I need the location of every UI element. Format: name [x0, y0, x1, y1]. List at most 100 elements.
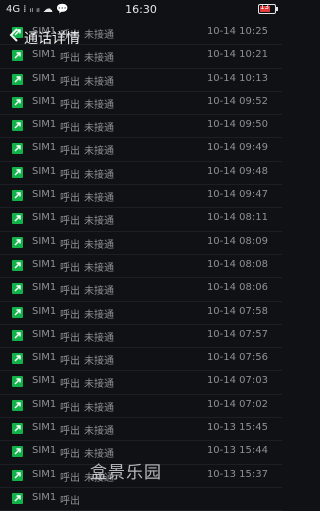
call-time: 10-14 09:48 — [206, 165, 268, 177]
outgoing-call-icon — [12, 236, 23, 248]
call-log-row[interactable]: SIM1 呼出 未接通 10-14 07:58 — [0, 302, 282, 325]
call-log-row[interactable]: SIM1 呼出 未接通 10-14 07:57 — [0, 325, 282, 349]
call-status: 未接通 — [84, 239, 114, 251]
outgoing-call-icon — [12, 166, 23, 178]
call-time: 10-14 07:03 — [206, 375, 268, 387]
call-type: 呼出 — [60, 495, 80, 507]
call-status: 未接通 — [84, 402, 114, 414]
call-type: 呼出 — [60, 169, 80, 181]
call-time: 10-14 07:02 — [206, 398, 268, 410]
outgoing-call-icon — [12, 469, 23, 481]
sim-label: SIM1 — [32, 258, 57, 270]
call-log-row[interactable]: SIM1 呼出 未接通 10-14 10:13 — [0, 69, 282, 92]
outgoing-call-icon — [12, 376, 23, 388]
call-time: 10-14 07:56 — [206, 352, 268, 364]
call-log-row[interactable]: SIM1 呼出 未接通 10-14 09:47 — [0, 185, 282, 209]
sim-label: SIM1 — [32, 49, 57, 61]
sim-label: SIM1 — [32, 398, 57, 410]
call-time: 10-14 07:58 — [206, 305, 268, 317]
call-status: 未接通 — [84, 262, 114, 274]
header: 通话详情 — [0, 22, 282, 50]
call-type: 呼出 — [60, 262, 80, 274]
call-status: 未接通 — [84, 169, 114, 181]
call-time: 10-14 08:11 — [206, 212, 268, 224]
sim-label: SIM1 — [32, 468, 57, 480]
call-type: 呼出 — [60, 332, 80, 344]
sim-label: SIM1 — [32, 352, 57, 364]
clock: 16:30 — [125, 3, 157, 16]
page-title: 通话详情 — [24, 31, 80, 47]
call-log-row[interactable]: SIM1 呼出 未接通 10-14 07:56 — [0, 348, 282, 372]
call-type: 呼出 — [60, 146, 80, 158]
call-type: 呼出 — [60, 426, 80, 438]
call-type: 呼出 — [60, 123, 80, 135]
call-type: 呼出 — [60, 216, 80, 228]
sim-label: SIM1 — [32, 305, 57, 317]
outgoing-call-icon — [12, 120, 23, 132]
sim-label: SIM1 — [32, 375, 57, 387]
call-log-row[interactable]: SIM1 呼出 未接通 10-14 08:09 — [0, 232, 282, 255]
call-log-row[interactable]: SIM1 呼出 未接通 10-14 08:08 — [0, 255, 282, 279]
call-status: 未接通 — [84, 356, 114, 368]
outgoing-call-icon — [12, 96, 23, 108]
call-status: 未接通 — [84, 76, 114, 88]
battery-level: 13 — [260, 3, 269, 11]
outgoing-call-icon — [12, 329, 23, 341]
sim-label: SIM1 — [32, 212, 57, 224]
call-time: 10-14 08:09 — [206, 235, 268, 247]
call-status: 未接通 — [84, 193, 114, 205]
sim-label: SIM1 — [32, 445, 57, 457]
battery-icon: 13 — [258, 3, 278, 14]
call-status: 未接通 — [84, 332, 114, 344]
call-log-row[interactable]: SIM1 呼出 未接通 10-14 09:50 — [0, 115, 282, 139]
outgoing-call-icon — [12, 423, 23, 435]
call-status: 未接通 — [84, 123, 114, 135]
call-log-row[interactable]: SIM1 呼出 未接通 10-14 09:49 — [0, 138, 282, 162]
call-status: 未接通 — [84, 53, 114, 65]
back-icon[interactable] — [8, 26, 20, 44]
call-log-row[interactable]: SIM1 呼出 — [0, 488, 282, 511]
call-type: 呼出 — [60, 53, 80, 65]
call-log-row[interactable]: SIM1 呼出 未接通 10-14 09:48 — [0, 162, 282, 186]
call-time: 10-14 08:06 — [206, 282, 268, 294]
status-bar: 4G ⁞ ᵢₗ ᵢₗ ☁ 💬 16:30 13 — [0, 0, 282, 20]
call-time: 10-13 15:45 — [206, 422, 268, 434]
call-status: 未接通 — [84, 309, 114, 321]
call-time: 10-14 08:08 — [206, 258, 268, 270]
call-status: 未接通 — [84, 146, 114, 158]
outgoing-call-icon — [12, 50, 23, 62]
outgoing-call-icon — [12, 446, 23, 458]
call-time: 10-14 10:21 — [206, 49, 268, 61]
outgoing-call-icon — [12, 492, 23, 504]
sim-label: SIM1 — [32, 72, 57, 84]
outgoing-call-icon — [12, 353, 23, 365]
call-log-row[interactable]: SIM1 呼出 未接通 10-14 08:06 — [0, 278, 282, 302]
call-time: 10-14 09:50 — [206, 119, 268, 131]
call-log-row[interactable]: SIM1 呼出 未接通 10-14 07:02 — [0, 395, 282, 419]
call-status: 未接通 — [84, 99, 114, 111]
call-type: 呼出 — [60, 356, 80, 368]
watermark: 盒景乐园 — [90, 463, 162, 483]
call-log-row[interactable]: SIM1 呼出 未接通 10-14 08:11 — [0, 208, 282, 232]
call-type: 呼出 — [60, 402, 80, 414]
sim-label: SIM1 — [32, 119, 57, 131]
outgoing-call-icon — [12, 190, 23, 202]
call-time: 10-14 10:13 — [206, 72, 268, 84]
call-type: 呼出 — [60, 193, 80, 205]
outgoing-call-icon — [12, 143, 23, 155]
call-type: 呼出 — [60, 449, 80, 461]
sim-label: SIM1 — [32, 491, 57, 503]
sim-label: SIM1 — [32, 165, 57, 177]
call-time: 10-14 07:57 — [206, 328, 268, 340]
call-time: 10-13 15:37 — [206, 468, 268, 480]
call-time: 10-14 09:47 — [206, 189, 268, 201]
sim-label: SIM1 — [32, 328, 57, 340]
call-log-row[interactable]: SIM1 呼出 未接通 10-14 07:03 — [0, 371, 282, 395]
sim-label: SIM1 — [32, 189, 57, 201]
outgoing-call-icon — [12, 73, 23, 85]
call-log-row[interactable]: SIM1 呼出 未接通 10-13 15:45 — [0, 418, 282, 442]
outgoing-call-icon — [12, 399, 23, 411]
call-log-row[interactable]: SIM1 呼出 未接通 10-14 09:52 — [0, 92, 282, 116]
call-type: 呼出 — [60, 76, 80, 88]
call-status: 未接通 — [84, 426, 114, 438]
